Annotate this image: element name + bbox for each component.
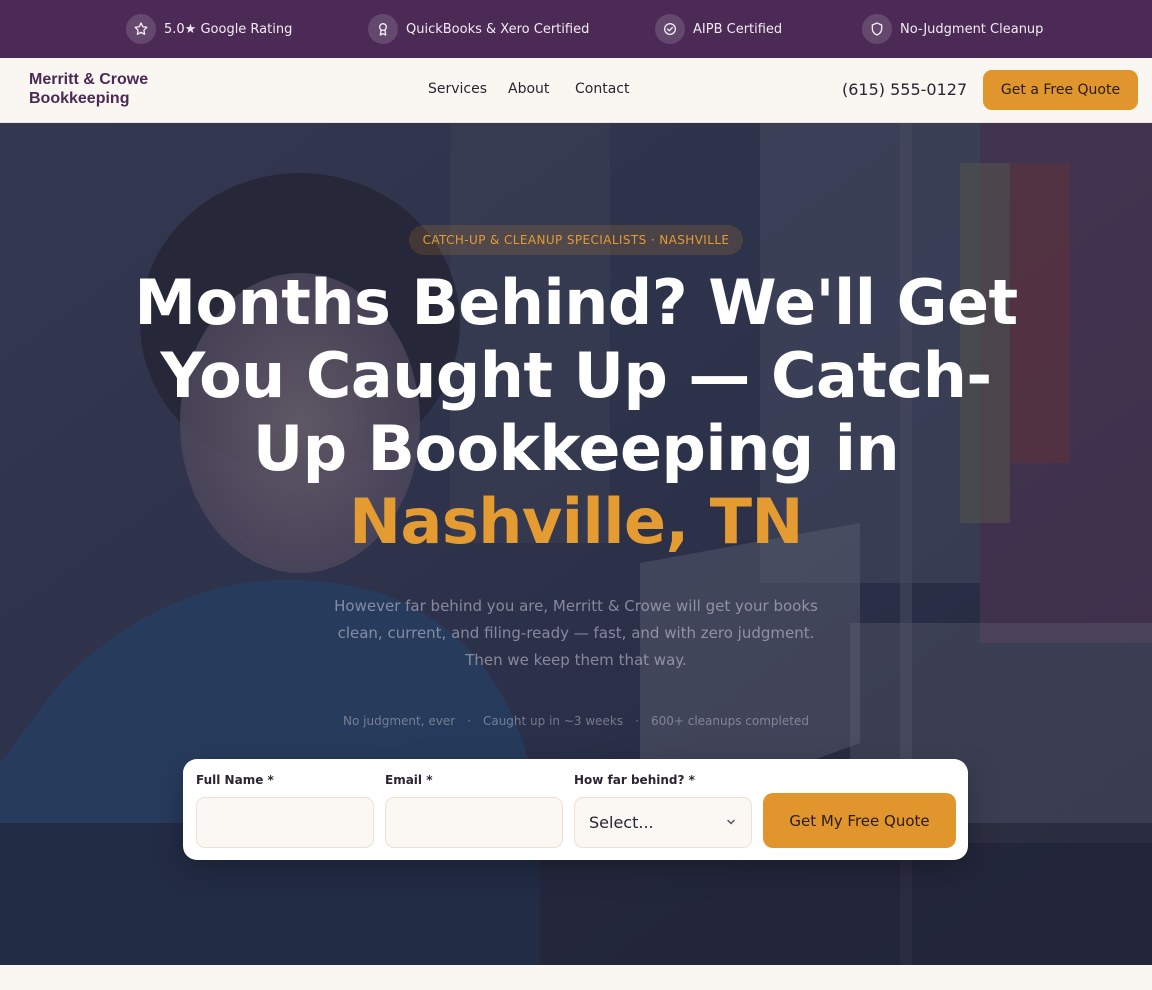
selling-point: Caught up in ~3 weeks	[482, 714, 624, 728]
trust-label-no-judgment: No-Judgment Cleanup	[900, 21, 1044, 37]
email-label: Email *	[385, 773, 433, 787]
star-icon	[126, 14, 156, 44]
trust-label-certified: QuickBooks & Xero Certified	[406, 21, 590, 37]
get-free-quote-button[interactable]: Get a Free Quote	[983, 70, 1138, 110]
logo[interactable]: Merritt & Crowe Bookkeeping	[29, 70, 179, 108]
full-name-field[interactable]	[196, 797, 374, 848]
site-header: Merritt & Crowe Bookkeeping Services Abo…	[0, 58, 1152, 123]
hero-subtext: However far behind you are, Merritt & Cr…	[334, 597, 818, 669]
trust-item-rating: 5.0★ Google Rating	[126, 14, 292, 44]
email-field[interactable]	[385, 797, 563, 848]
award-icon	[368, 14, 398, 44]
nav-link-contact[interactable]: Contact	[575, 81, 629, 97]
quote-form: Full Name * Email * How far behind? * Se…	[183, 759, 968, 860]
trust-item-no-judgment: No-Judgment Cleanup	[862, 14, 1043, 44]
logo-line-1: Merritt & Crowe	[29, 71, 149, 88]
get-my-free-quote-button[interactable]: Get My Free Quote	[763, 793, 956, 848]
phone-link[interactable]: (615) 555-0127	[842, 80, 967, 99]
select-value: Select...	[589, 813, 654, 832]
how-far-behind-label: How far behind? *	[574, 773, 695, 787]
check-circle-icon	[655, 14, 685, 44]
full-name-label: Full Name *	[196, 773, 274, 787]
hero-eyebrow-badge: CATCH-UP & CLEANUP SPECIALISTS · NASHVIL…	[409, 225, 743, 255]
shield-icon	[862, 14, 892, 44]
nav-link-services[interactable]: Services	[428, 81, 487, 97]
point-separator: ·	[635, 714, 639, 728]
next-section-edge	[0, 965, 1152, 990]
trust-item-certified: QuickBooks & Xero Certified	[368, 14, 589, 44]
hero-section: CATCH-UP & CLEANUP SPECIALISTS · NASHVIL…	[0, 123, 1152, 965]
point-separator: ·	[467, 714, 471, 728]
logo-line-2: Bookkeeping	[29, 90, 130, 107]
trust-label-rating: 5.0★ Google Rating	[164, 21, 293, 37]
nav-link-about[interactable]: About	[508, 81, 549, 97]
chevron-down-icon	[727, 819, 735, 825]
trust-item-aipb: AIPB Certified	[655, 14, 782, 44]
selling-point: 600+ cleanups completed	[650, 714, 809, 728]
trust-label-aipb: AIPB Certified	[693, 21, 783, 37]
hero-headline: Months Behind? We'll Get You Caught Up —…	[130, 266, 1022, 558]
trust-bar: 5.0★ Google Rating QuickBooks & Xero Cer…	[0, 0, 1152, 58]
selling-point: No judgment, ever	[343, 714, 456, 728]
how-far-behind-select[interactable]: Select...	[574, 797, 752, 848]
hero-selling-points: No judgment, ever · Caught up in ~3 week…	[300, 714, 852, 728]
hero-headline-main: Months Behind? We'll Get You Caught Up —…	[134, 266, 1018, 485]
hero-headline-accent: Nashville, TN	[349, 485, 803, 558]
